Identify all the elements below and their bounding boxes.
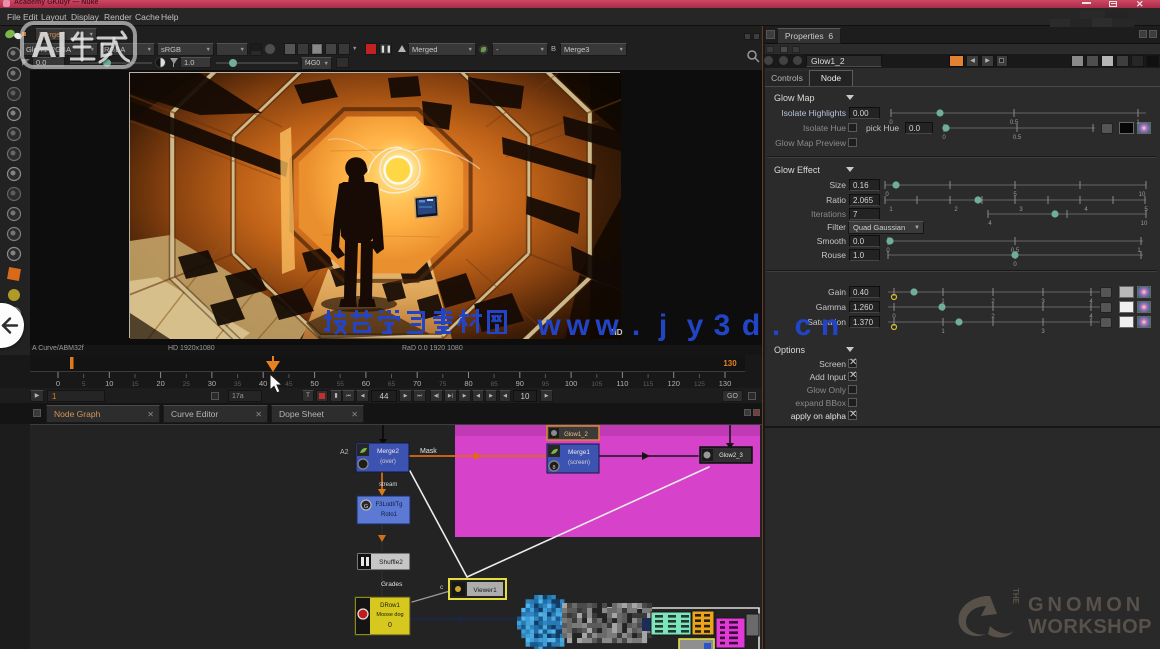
svg-text:Glow1_2: Glow1_2 (564, 432, 588, 438)
svg-text:y: y (687, 309, 704, 342)
svg-text:Grades: Grades (381, 581, 403, 588)
svg-text:1: 1 (889, 207, 893, 213)
svg-text:w: w (565, 309, 590, 342)
svg-text:0: 0 (942, 135, 946, 141)
svg-text:10: 10 (1141, 221, 1148, 227)
svg-text:(over): (over) (380, 459, 396, 465)
svg-text:70: 70 (413, 379, 421, 388)
svg-text:Moose dog: Moose dog (376, 612, 403, 618)
svg-text:50: 50 (310, 379, 318, 388)
svg-text:j: j (658, 309, 667, 342)
svg-text:60: 60 (362, 379, 370, 388)
svg-text:Roto1: Roto1 (381, 512, 398, 518)
svg-text:105: 105 (591, 381, 602, 388)
svg-text:stream: stream (379, 482, 397, 488)
svg-text:1: 1 (941, 329, 945, 335)
svg-text:4: 4 (988, 221, 992, 227)
svg-text:c: c (795, 309, 812, 342)
svg-text:35: 35 (234, 381, 242, 388)
svg-text:Merge2: Merge2 (377, 448, 399, 455)
svg-text:0: 0 (56, 379, 60, 388)
svg-text:15: 15 (131, 381, 139, 388)
svg-text:100: 100 (565, 379, 578, 388)
svg-text:THE: THE (1011, 588, 1020, 605)
svg-text:120: 120 (667, 379, 680, 388)
svg-text:30: 30 (208, 379, 216, 388)
svg-text:25: 25 (183, 381, 191, 388)
svg-text:WORKSHOP: WORKSHOP (1028, 616, 1152, 638)
svg-text:.: . (632, 309, 640, 342)
svg-text:(screen): (screen) (568, 460, 590, 466)
svg-text:20: 20 (156, 379, 164, 388)
svg-text:n: n (821, 309, 839, 342)
svg-text:0: 0 (388, 622, 392, 629)
svg-text:d: d (742, 309, 760, 342)
svg-text:c: c (440, 584, 444, 591)
svg-text:Merge1: Merge1 (568, 449, 590, 456)
svg-text:3: 3 (1041, 329, 1045, 335)
svg-text:Mask: Mask (420, 448, 437, 455)
svg-text:w: w (536, 309, 561, 342)
svg-text:110: 110 (616, 379, 628, 388)
svg-text:Glow2_3: Glow2_3 (719, 453, 743, 459)
svg-text:80: 80 (464, 379, 472, 388)
svg-text:3: 3 (714, 309, 731, 342)
svg-text:55: 55 (337, 381, 345, 388)
svg-text:40: 40 (259, 379, 267, 388)
svg-text:115: 115 (643, 381, 654, 388)
svg-text:Viewer1: Viewer1 (473, 587, 497, 594)
svg-text:DRow1: DRow1 (380, 603, 400, 609)
svg-text:65: 65 (388, 381, 396, 388)
svg-text:85: 85 (490, 381, 498, 388)
svg-text:0: 0 (1013, 262, 1017, 268)
svg-text:GNOMON: GNOMON (1028, 594, 1144, 616)
svg-text:1: 1 (1136, 120, 1140, 126)
svg-text:Shuffle2: Shuffle2 (379, 559, 403, 566)
svg-text:45: 45 (285, 381, 293, 388)
svg-text:90: 90 (516, 379, 524, 388)
svg-text:F3Lodl/Tg: F3Lodl/Tg (375, 502, 402, 508)
svg-text:0: 0 (889, 120, 893, 126)
svg-text:8: 8 (552, 465, 555, 471)
svg-text:95: 95 (542, 381, 550, 388)
svg-text:75: 75 (439, 381, 447, 388)
svg-text:2: 2 (954, 207, 958, 213)
svg-text:.: . (772, 309, 780, 342)
svg-text:0: 0 (885, 192, 889, 198)
svg-text:4: 4 (1084, 207, 1088, 213)
svg-text:3: 3 (1019, 207, 1023, 213)
svg-text:w: w (594, 309, 619, 342)
svg-text:10: 10 (105, 379, 113, 388)
svg-text:0.5: 0.5 (1013, 135, 1022, 141)
svg-text:5: 5 (82, 381, 86, 388)
svg-text:A2: A2 (340, 449, 349, 456)
svg-text:G: G (364, 504, 368, 510)
